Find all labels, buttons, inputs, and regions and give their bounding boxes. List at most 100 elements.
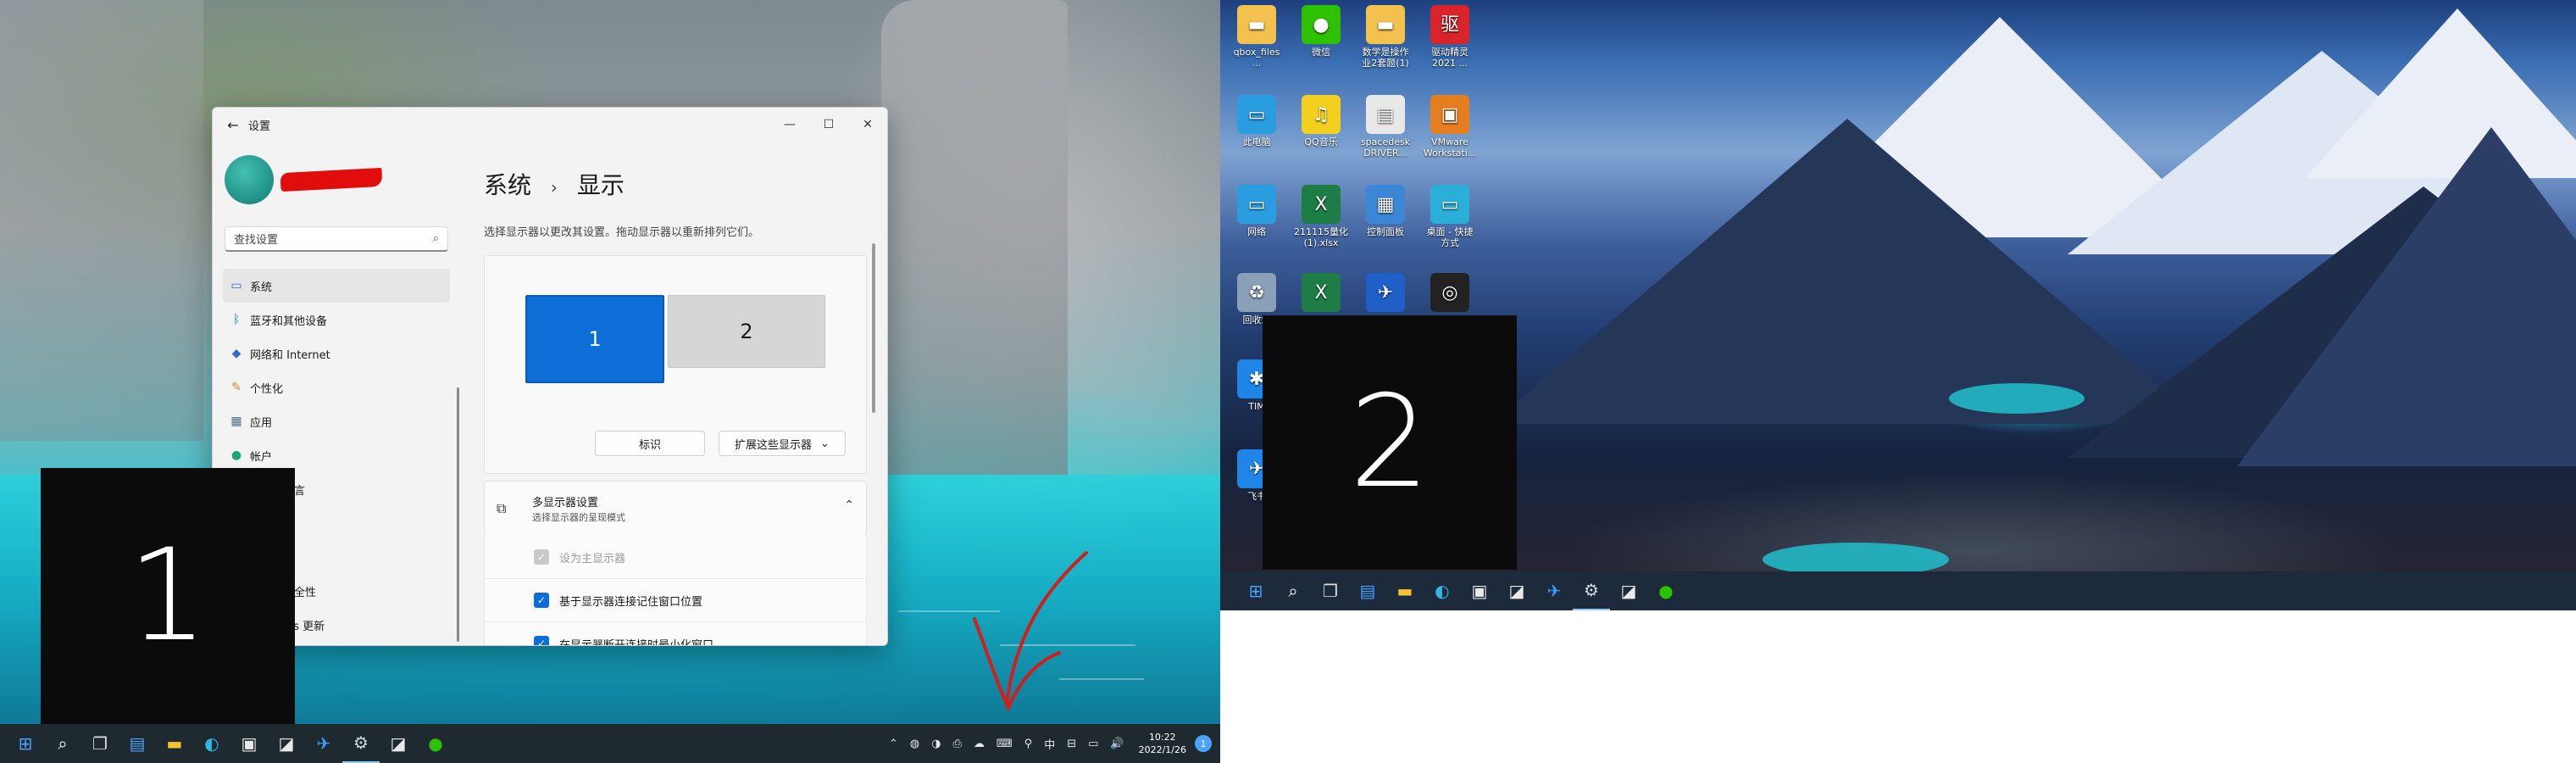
option-minimize-on-disconnect: ✓ 在显示器断开连接时最小化窗口: [484, 622, 867, 645]
desktop-icon[interactable]: ▭ 桌面 - 快捷 方式: [1417, 185, 1483, 248]
search-icon[interactable]: ⌕: [44, 724, 81, 763]
network-icon: ▭: [1237, 185, 1276, 224]
desktop-icon[interactable]: ♫ QQ音乐: [1288, 95, 1354, 148]
app-icon-2[interactable]: ◪: [380, 724, 417, 763]
widgets-icon[interactable]: ▤: [119, 724, 156, 763]
main-scrollbar[interactable]: [872, 243, 875, 413]
app-icon-2[interactable]: ◪: [1610, 571, 1647, 610]
tray-icon[interactable]: ⌃: [889, 738, 898, 750]
desktop-icon-label: 驱动精灵 2021 ...: [1431, 47, 1468, 69]
extend-displays-select[interactable]: 扩展这些显示器 ⌄: [719, 431, 846, 456]
tray-icons: ⌃ ◍ ◑ ⎙ ☁ ⌨ ⚲ 中 ⊟ ▭ 🔊: [883, 736, 1130, 752]
taskbar-apps: ⊞ ⌕ ❐ ▤ ▬ ◐ ▣ ◪ ✈ ⚙ ◪ ●: [1237, 571, 1685, 610]
checkbox[interactable]: ✓: [534, 549, 549, 565]
app-icon-1[interactable]: ◪: [1498, 571, 1535, 610]
start-icon[interactable]: ⊞: [1237, 571, 1274, 610]
taskbar-apps: ⊞ ⌕ ❐ ▤ ▬ ◐ ▣ ◪ ✈ ⚙ ◪ ●: [7, 724, 454, 763]
app-icon-1[interactable]: ◪: [268, 724, 305, 763]
sidebar-item[interactable]: ● 帐户: [223, 438, 450, 472]
file-explorer-icon[interactable]: ▬: [156, 724, 193, 763]
sidebar-item[interactable]: ▭ 系统: [223, 269, 450, 303]
sidebar-item[interactable]: ᛒ 蓝牙和其他设备: [223, 303, 450, 337]
edge-icon[interactable]: ◐: [193, 724, 230, 763]
monitor-1-tile[interactable]: 1: [525, 295, 664, 383]
maximize-button[interactable]: ☐: [809, 108, 848, 142]
desktop-icon[interactable]: ✈: [1352, 273, 1418, 315]
tray-icon[interactable]: ◍: [910, 738, 919, 750]
desktop-icon[interactable]: ● 微信: [1288, 5, 1354, 58]
wechat-icon[interactable]: ●: [417, 724, 454, 763]
sidebar-item[interactable]: ✎ 个性化: [223, 370, 450, 404]
desktop-icon[interactable]: ▭ 网络: [1224, 185, 1290, 237]
desktop-icon[interactable]: ▬ qbox_files ...: [1224, 5, 1290, 69]
rock-wall: [881, 0, 1068, 475]
wechat-icon: ●: [1302, 5, 1341, 44]
desktop-icon[interactable]: ◎: [1417, 273, 1483, 315]
identify-button[interactable]: 标识: [595, 431, 705, 456]
sidebar-item[interactable]: ◆ 网络和 Internet: [223, 337, 450, 370]
desktop-icon[interactable]: ▣ VMware Workstati...: [1417, 95, 1483, 159]
desktop-icon[interactable]: ▭ 此电脑: [1224, 95, 1290, 148]
system-tray: ⌃ ◍ ◑ ⎙ ☁ ⌨ ⚲ 中 ⊟ ▭ 🔊 10:22 2022/1/26 1: [883, 724, 1212, 763]
desktop-icon-label: 211115量化 (1).xlsx: [1294, 226, 1348, 248]
settings-icon[interactable]: ⚙: [1573, 571, 1610, 610]
taskbar-right: ⊞ ⌕ ❐ ▤ ▬ ◐ ▣ ◪ ✈ ⚙ ◪ ●: [1220, 571, 2576, 610]
settings-icon[interactable]: ⚙: [342, 724, 380, 763]
tray-icon[interactable]: ⌨: [997, 738, 1013, 750]
file-explorer-icon[interactable]: ▬: [1386, 571, 1424, 610]
task-view-icon[interactable]: ❐: [1312, 571, 1349, 610]
search-icon[interactable]: ⌕: [1274, 571, 1312, 610]
close-button[interactable]: ✕: [848, 108, 887, 142]
task-view-icon[interactable]: ❐: [81, 724, 119, 763]
notification-badge[interactable]: 1: [1195, 735, 1212, 752]
store-icon[interactable]: ▣: [230, 724, 268, 763]
window-title: 设置: [248, 120, 271, 133]
tray-icon[interactable]: ⚲: [1024, 738, 1033, 750]
lark-icon[interactable]: ✈: [1535, 571, 1573, 610]
desktop-icon[interactable]: ▤ spacedesk DRIVER...: [1352, 95, 1418, 159]
tray-icon[interactable]: ◑: [931, 738, 941, 750]
monitor-2-tile[interactable]: 2: [668, 295, 825, 368]
wechat-icon[interactable]: ●: [1647, 571, 1685, 610]
multi-display-subtitle: 选择显示器的呈现模式: [532, 512, 625, 523]
vmware-icon: ▣: [1430, 95, 1469, 134]
minimize-button[interactable]: —: [770, 108, 809, 142]
desktop-icon[interactable]: 驱驱动精灵 2021 ...: [1417, 5, 1483, 69]
tray-icon[interactable]: ☁: [974, 738, 985, 750]
sidebar-scrollbar[interactable]: [457, 387, 459, 642]
multi-display-icon: ⧉: [497, 500, 507, 516]
checkbox[interactable]: ✓: [534, 593, 549, 608]
sidebar-item-label: 蓝牙和其他设备: [250, 315, 328, 328]
widgets-icon[interactable]: ▤: [1349, 571, 1386, 610]
desktop-icon-label: 微信: [1312, 47, 1330, 58]
desktop-icon[interactable]: X 211115量化 (1).xlsx: [1288, 185, 1354, 248]
tray-icon[interactable]: ⎙: [952, 738, 961, 750]
desktop-icon[interactable]: ▦ 控制面板: [1352, 185, 1418, 237]
excel-icon: X: [1302, 273, 1341, 312]
clock[interactable]: 10:22 2022/1/26: [1139, 731, 1186, 756]
profile[interactable]: [225, 155, 383, 204]
edge-icon[interactable]: ◐: [1424, 571, 1461, 610]
desktop-icon[interactable]: X: [1288, 273, 1354, 315]
start-icon[interactable]: ⊞: [7, 724, 44, 763]
sidebar-item-label: 系统: [250, 281, 273, 294]
tray-icon[interactable]: ▭: [1088, 738, 1098, 750]
checkbox[interactable]: ✓: [534, 636, 549, 645]
tray-icon[interactable]: ⊟: [1067, 738, 1076, 750]
breadcrumb-parent[interactable]: 系统: [484, 171, 531, 199]
desktop-icon[interactable]: ▬ 数学是操作 业2套题(1): [1352, 5, 1418, 69]
desktop-icon-label: VMware Workstati...: [1423, 136, 1477, 159]
folder-icon: ▬: [1366, 5, 1405, 44]
store-icon[interactable]: ▣: [1461, 571, 1498, 610]
back-arrow-icon[interactable]: ←: [218, 117, 248, 133]
title-bar: ← 设置 — ☐ ✕: [213, 108, 887, 142]
sidebar-item[interactable]: ▦ 应用: [223, 404, 450, 438]
tray-icon[interactable]: 🔊: [1110, 738, 1124, 750]
lark-icon[interactable]: ✈: [305, 724, 342, 763]
tray-icon[interactable]: 中: [1044, 736, 1055, 752]
multi-display-settings[interactable]: ⧉ 多显示器设置 选择显示器的呈现模式 ⌃: [484, 481, 867, 537]
monitor-icon: ▭: [230, 279, 242, 292]
bluetooth-icon: ᛒ: [232, 313, 241, 326]
chevron-up-icon[interactable]: ⌃: [844, 498, 854, 512]
search-input[interactable]: 查找设置 ⌕: [225, 226, 448, 252]
